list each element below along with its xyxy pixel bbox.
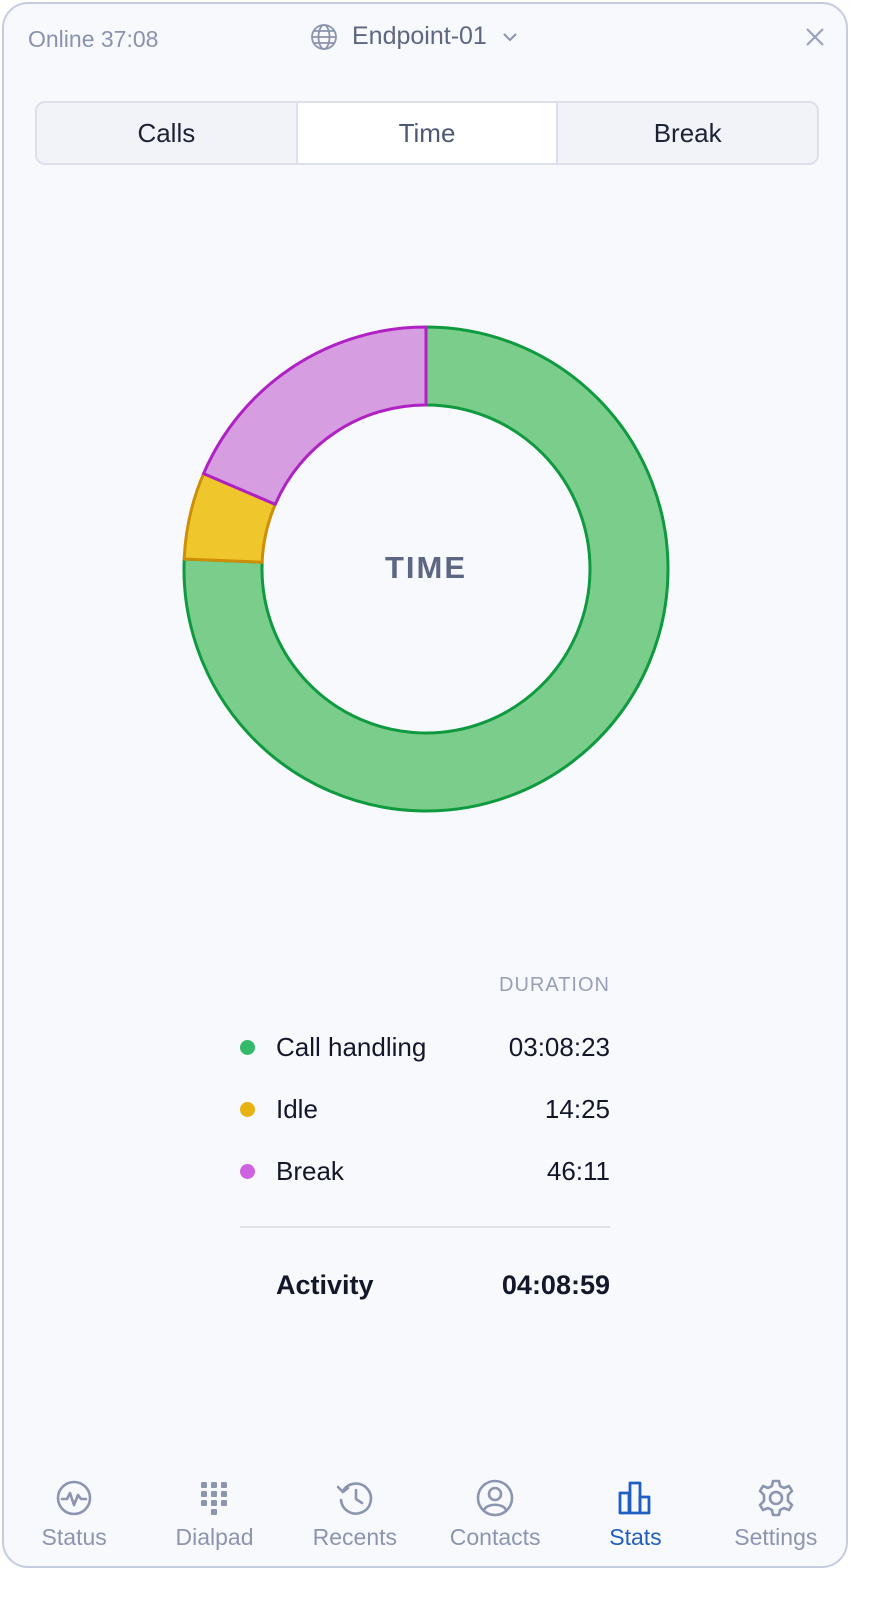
time-donut-chart [182, 325, 670, 813]
donut-slice-break [202, 325, 428, 506]
dialpad-icon [201, 1482, 228, 1515]
user-circle-icon [476, 1479, 514, 1517]
legend-label: Idle [276, 1093, 318, 1124]
legend-value: 03:08:23 [508, 1031, 610, 1062]
legend-label: Break [276, 1155, 344, 1186]
app-window: Online 37:08 Endpoint-01 Calls Time Brea… [2, 2, 848, 1568]
legend-row-call-handling: Call handling 03:08:23 [234, 1027, 610, 1067]
nav-label: Status [41, 1524, 107, 1550]
legend-row-break: Break 46:11 [234, 1151, 610, 1191]
break-dot-icon [240, 1163, 255, 1179]
idle-dot-icon [240, 1101, 255, 1117]
nav-recents[interactable]: Recents [285, 1466, 425, 1566]
activity-total-value: 04:08:59 [501, 1270, 610, 1300]
nav-status[interactable]: Status [4, 1466, 144, 1566]
activity-total-label: Activity [276, 1270, 374, 1300]
nav-label: Recents [312, 1524, 397, 1550]
bar-chart-icon [619, 1481, 651, 1515]
nav-settings[interactable]: Settings [706, 1466, 846, 1566]
nav-stats[interactable]: Stats [565, 1466, 705, 1566]
legend-row-idle: Idle 14:25 [234, 1089, 610, 1129]
call-handling-dot-icon [240, 1039, 255, 1055]
history-icon [336, 1482, 372, 1515]
duration-column-header: DURATION [499, 974, 610, 996]
nav-dialpad[interactable]: Dialpad [144, 1466, 284, 1566]
chart-center-label: TIME [384, 550, 468, 585]
legend-value: 46:11 [546, 1155, 610, 1186]
nav-label: Dialpad [175, 1524, 254, 1550]
legend-value: 14:25 [544, 1093, 610, 1124]
nav-label: Stats [609, 1524, 662, 1550]
nav-label: Settings [734, 1524, 818, 1550]
gear-icon [758, 1479, 794, 1517]
nav-contacts[interactable]: Contacts [425, 1466, 565, 1566]
nav-label: Contacts [449, 1524, 541, 1550]
legend-divider [240, 1226, 610, 1228]
pulse-icon [56, 1480, 92, 1516]
bottom-nav: Status Dialpad Recents Contacts Stats Se… [4, 1466, 846, 1566]
legend-label: Call handling [276, 1031, 427, 1062]
